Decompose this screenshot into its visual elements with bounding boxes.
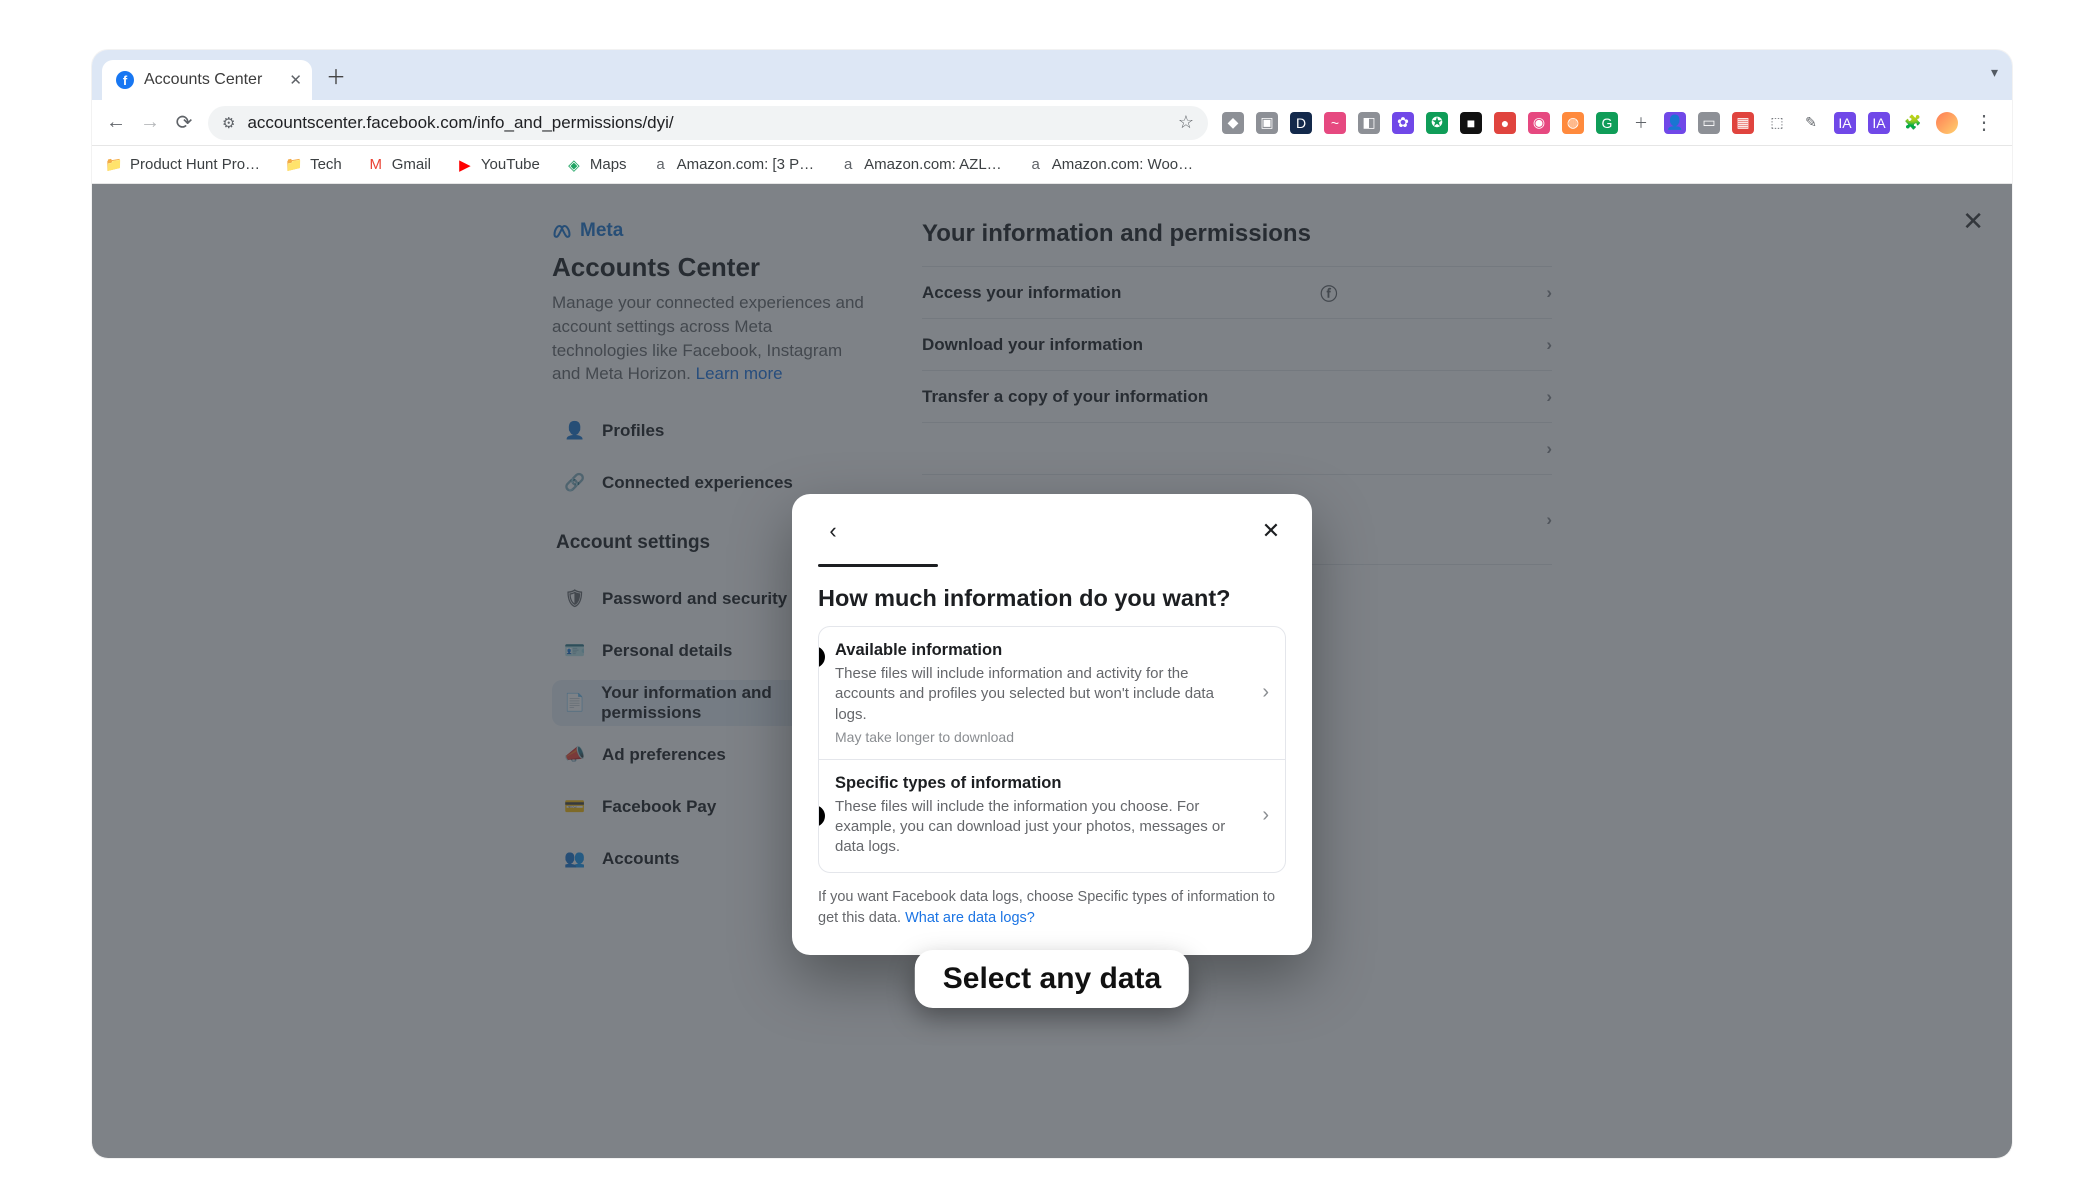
bookmark-item[interactable]: aAmazon.com: Woo… (1028, 156, 1193, 173)
download-info-modal: ‹ ✕ How much information do you want? 1 … (792, 494, 1312, 955)
modal-footnote: If you want Facebook data logs, choose S… (818, 887, 1286, 929)
option-subtitle: These files will include the information… (835, 797, 1248, 858)
browser-window: f Accounts Center ✕ ＋ ▾ ← → ⟳ ⚙ accounts… (92, 50, 2012, 1158)
extension-icon[interactable]: ▦ (1732, 112, 1754, 134)
extension-icon[interactable]: ■ (1460, 112, 1482, 134)
chevron-right-icon: › (1262, 804, 1269, 827)
tab-strip: f Accounts Center ✕ ＋ ▾ (92, 50, 2012, 100)
extensions-puzzle-icon[interactable]: 🧩 (1902, 112, 1924, 134)
extension-icon[interactable]: ◧ (1358, 112, 1380, 134)
modal-back-button[interactable]: ‹ (818, 516, 848, 546)
extension-icon[interactable]: ✿ (1392, 112, 1414, 134)
tabs-dropdown-icon[interactable]: ▾ (1991, 64, 1998, 81)
extension-icon[interactable]: ◆ (1222, 112, 1244, 134)
modal-options: 1 Available information These files will… (818, 626, 1286, 873)
bookmark-item[interactable]: Tech (286, 156, 342, 173)
bookmarks-bar: Product Hunt Pro… Tech MGmail ▶YouTube ◈… (92, 146, 2012, 184)
address-bar: ← → ⟳ ⚙ accountscenter.facebook.com/info… (92, 100, 2012, 146)
option-title: Specific types of information (835, 774, 1248, 793)
nav-back-button[interactable]: ← (106, 111, 126, 134)
extension-icon[interactable]: IA (1868, 112, 1890, 134)
extension-icon[interactable]: ~ (1324, 112, 1346, 134)
extension-icon[interactable]: ● (1494, 112, 1516, 134)
extension-icon[interactable]: ▣ (1256, 112, 1278, 134)
extension-icon[interactable]: ◉ (1528, 112, 1550, 134)
site-settings-icon[interactable]: ⚙ (222, 114, 235, 132)
extension-icon[interactable]: ◍ (1562, 112, 1584, 134)
bookmark-star-icon[interactable]: ☆ (1178, 112, 1194, 133)
facebook-favicon: f (116, 71, 134, 89)
option-specific-types[interactable]: 2 Specific types of information These fi… (819, 759, 1285, 872)
step-badge: 1 (818, 646, 825, 668)
step-badge: 2 (818, 805, 825, 827)
extension-icon[interactable]: D (1290, 112, 1312, 134)
tab-close-icon[interactable]: ✕ (289, 71, 302, 89)
modal-close-button[interactable]: ✕ (1256, 516, 1286, 546)
url-text: accountscenter.facebook.com/info_and_per… (247, 113, 673, 133)
modal-heading: How much information do you want? (818, 585, 1286, 612)
modal-progress-fill (818, 564, 938, 567)
extension-icon[interactable]: IA (1834, 112, 1856, 134)
extension-icon[interactable]: G (1596, 112, 1618, 134)
modal-progress (818, 564, 938, 567)
omnibox[interactable]: ⚙ accountscenter.facebook.com/info_and_p… (208, 106, 1208, 140)
tab-title: Accounts Center (144, 71, 262, 89)
extension-icon[interactable]: ✎ (1800, 112, 1822, 134)
extension-icon[interactable]: ＋ (1630, 112, 1652, 134)
option-available-information[interactable]: 1 Available information These files will… (819, 627, 1285, 759)
page-viewport: ✕ Meta Accounts Center Manage your conne… (92, 184, 2012, 1158)
instruction-callout: Select any data (915, 950, 1189, 1008)
browser-menu-icon[interactable]: ⋮ (1970, 110, 1998, 135)
extension-icon[interactable]: ▭ (1698, 112, 1720, 134)
option-subtitle: These files will include information and… (835, 664, 1248, 725)
data-logs-link[interactable]: What are data logs? (905, 910, 1035, 926)
bookmark-item[interactable]: ◈Maps (566, 156, 627, 173)
extensions-row: ◆ ▣ D ~ ◧ ✿ ✪ ■ ● ◉ ◍ G ＋ 👤 ▭ ▦ ⬚ ✎ IA I… (1222, 110, 1998, 135)
nav-forward-button[interactable]: → (140, 111, 160, 134)
extension-icon[interactable]: ✪ (1426, 112, 1448, 134)
chevron-right-icon: › (1262, 681, 1269, 704)
profile-avatar[interactable] (1936, 112, 1958, 134)
nav-reload-button[interactable]: ⟳ (174, 110, 194, 135)
option-title: Available information (835, 641, 1248, 660)
bookmark-item[interactable]: Product Hunt Pro… (106, 156, 260, 173)
option-hint: May take longer to download (835, 729, 1248, 745)
extension-icon[interactable]: 👤 (1664, 112, 1686, 134)
bookmark-item[interactable]: ▶YouTube (457, 156, 540, 173)
bookmark-item[interactable]: MGmail (368, 156, 431, 173)
browser-tab[interactable]: f Accounts Center ✕ (102, 60, 312, 100)
bookmark-item[interactable]: aAmazon.com: AZL… (840, 156, 1002, 173)
new-tab-button[interactable]: ＋ (326, 61, 346, 90)
extension-icon[interactable]: ⬚ (1766, 112, 1788, 134)
bookmark-item[interactable]: aAmazon.com: [3 P… (653, 156, 815, 173)
